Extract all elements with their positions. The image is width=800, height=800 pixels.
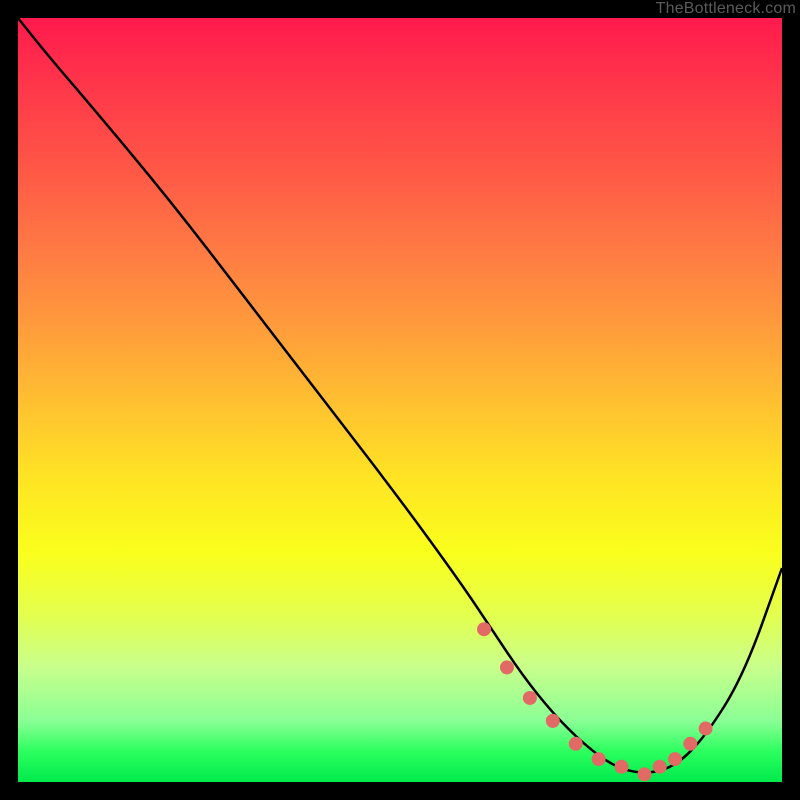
highlight-dot (668, 752, 682, 766)
highlight-dot (637, 767, 651, 781)
watermark-text: TheBottleneck.com (656, 0, 796, 18)
highlight-dot (569, 737, 583, 751)
chart-frame: TheBottleneck.com (0, 0, 800, 800)
chart-svg (18, 18, 782, 782)
curve-line (18, 18, 782, 772)
highlight-dot (500, 660, 514, 674)
highlight-dot (523, 691, 537, 705)
highlight-dot (546, 714, 560, 728)
plot-area (18, 18, 782, 782)
highlight-dot (615, 760, 629, 774)
highlight-dot (699, 722, 713, 736)
highlight-dot (653, 760, 667, 774)
highlight-dot (592, 752, 606, 766)
highlight-dot (683, 737, 697, 751)
highlight-dot (477, 622, 491, 636)
